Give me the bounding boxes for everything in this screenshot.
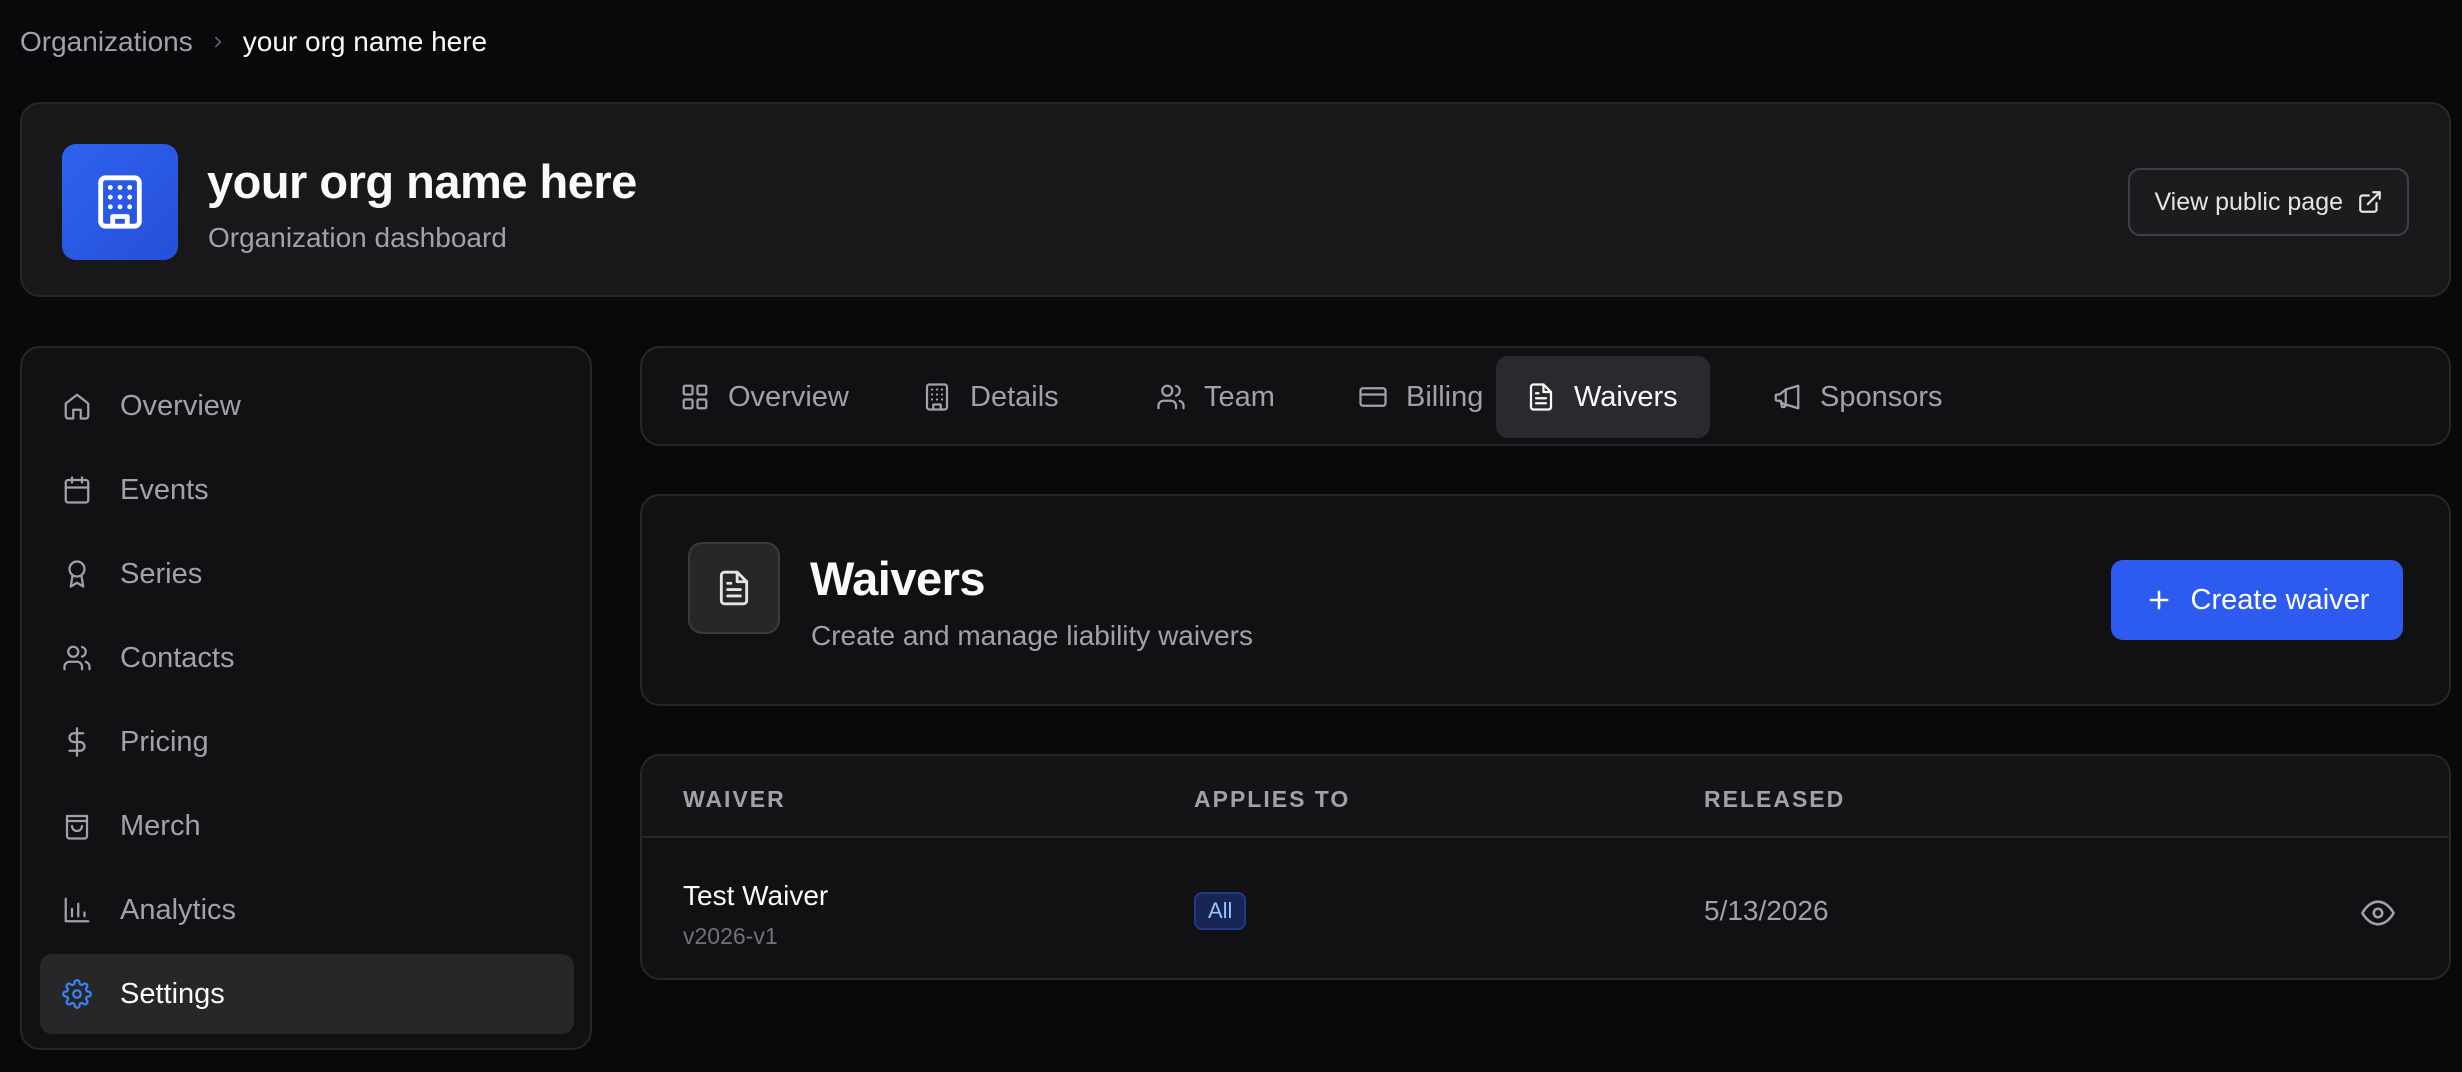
waivers-header-card: Waivers Create and manage liability waiv…	[640, 494, 2451, 706]
org-logo	[62, 144, 178, 260]
org-subtitle: Organization dashboard	[208, 222, 507, 253]
breadcrumb: Organizations your org name here	[20, 24, 487, 60]
create-waiver-button[interactable]: Create waiver	[2111, 560, 2403, 640]
org-name: your org name here	[207, 155, 637, 208]
sidebar-item-contacts[interactable]: Contacts	[40, 618, 574, 698]
view-public-page-label: View public page	[2154, 187, 2343, 216]
create-waiver-label: Create waiver	[2190, 583, 2370, 616]
sidebar-item-label: Analytics	[120, 893, 237, 926]
plus-icon	[2145, 586, 2173, 614]
sidebar-item-overview[interactable]: Overview	[40, 366, 574, 446]
table-header: WAIVER APPLIES TO RELEASED	[642, 756, 2449, 838]
shopping-bag-icon	[62, 811, 92, 841]
column-header-applies-to: APPLIES TO	[1194, 786, 1351, 812]
sidebar-item-label: Series	[120, 557, 203, 590]
sidebar-item-label: Pricing	[120, 725, 209, 758]
table-row[interactable]: Test Waiver v2026-v1 All 5/13/2026	[642, 840, 2449, 978]
tab-sponsors[interactable]: Sponsors	[1742, 356, 1975, 438]
building-icon	[922, 382, 952, 412]
sidebar-item-label: Overview	[120, 389, 241, 422]
tab-details[interactable]: Details	[892, 356, 1091, 438]
sidebar: Overview Events Series Contacts Pricing …	[20, 346, 592, 1050]
tab-label: Overview	[728, 380, 849, 413]
tab-label: Billing	[1406, 380, 1484, 413]
applies-to-badge: All	[1194, 892, 1247, 930]
waiver-name: Test Waiver	[683, 880, 829, 911]
tab-waivers[interactable]: Waivers	[1496, 356, 1710, 438]
users-icon	[1156, 382, 1186, 412]
waivers-subtitle: Create and manage liability waivers	[811, 620, 1253, 651]
column-header-released: RELEASED	[1704, 786, 1846, 812]
eye-icon[interactable]	[2361, 896, 2395, 930]
file-text-icon	[1526, 382, 1556, 412]
org-header-card: your org name here Organization dashboar…	[20, 102, 2451, 297]
sidebar-item-label: Events	[120, 473, 209, 506]
sidebar-item-events[interactable]: Events	[40, 450, 574, 530]
sidebar-item-merch[interactable]: Merch	[40, 786, 574, 866]
calendar-icon	[62, 475, 92, 505]
waivers-table: WAIVER APPLIES TO RELEASED Test Waiver v…	[640, 754, 2451, 980]
tab-team[interactable]: Team	[1126, 356, 1307, 438]
waivers-title: Waivers	[810, 552, 986, 605]
breadcrumb-current: your org name here	[242, 26, 488, 57]
released-date: 5/13/2026	[1704, 895, 1829, 926]
award-icon	[62, 559, 92, 589]
tab-overview[interactable]: Overview	[650, 356, 881, 438]
column-header-waiver: WAIVER	[683, 786, 786, 812]
grid-icon	[680, 382, 710, 412]
gear-icon	[62, 979, 92, 1009]
sidebar-item-label: Settings	[120, 977, 225, 1010]
sidebar-item-label: Merch	[120, 809, 201, 842]
tab-label: Team	[1204, 380, 1275, 413]
dollar-icon	[62, 727, 92, 757]
tab-label: Waivers	[1574, 380, 1678, 413]
credit-card-icon	[1358, 382, 1388, 412]
building-icon	[91, 173, 149, 231]
waiver-version: v2026-v1	[683, 923, 778, 949]
tab-label: Sponsors	[1820, 380, 1943, 413]
sidebar-item-series[interactable]: Series	[40, 534, 574, 614]
sidebar-item-analytics[interactable]: Analytics	[40, 870, 574, 950]
tab-billing[interactable]: Billing	[1328, 356, 1515, 438]
tab-label: Details	[970, 380, 1059, 413]
external-link-icon	[2357, 189, 2383, 215]
home-icon	[62, 391, 92, 421]
chevron-right-icon	[209, 33, 227, 51]
sidebar-item-label: Contacts	[120, 641, 235, 674]
megaphone-icon	[1772, 382, 1802, 412]
bar-chart-icon	[62, 895, 92, 925]
sidebar-item-settings[interactable]: Settings	[40, 954, 574, 1034]
users-icon	[62, 643, 92, 673]
breadcrumb-organizations-link[interactable]: Organizations	[20, 26, 193, 58]
view-public-page-button[interactable]: View public page	[2128, 168, 2409, 236]
waivers-section-icon	[688, 542, 780, 634]
sidebar-item-pricing[interactable]: Pricing	[40, 702, 574, 782]
settings-tab-bar: Overview Details Team Billing Waivers Sp…	[640, 346, 2451, 446]
file-text-icon	[715, 569, 753, 607]
